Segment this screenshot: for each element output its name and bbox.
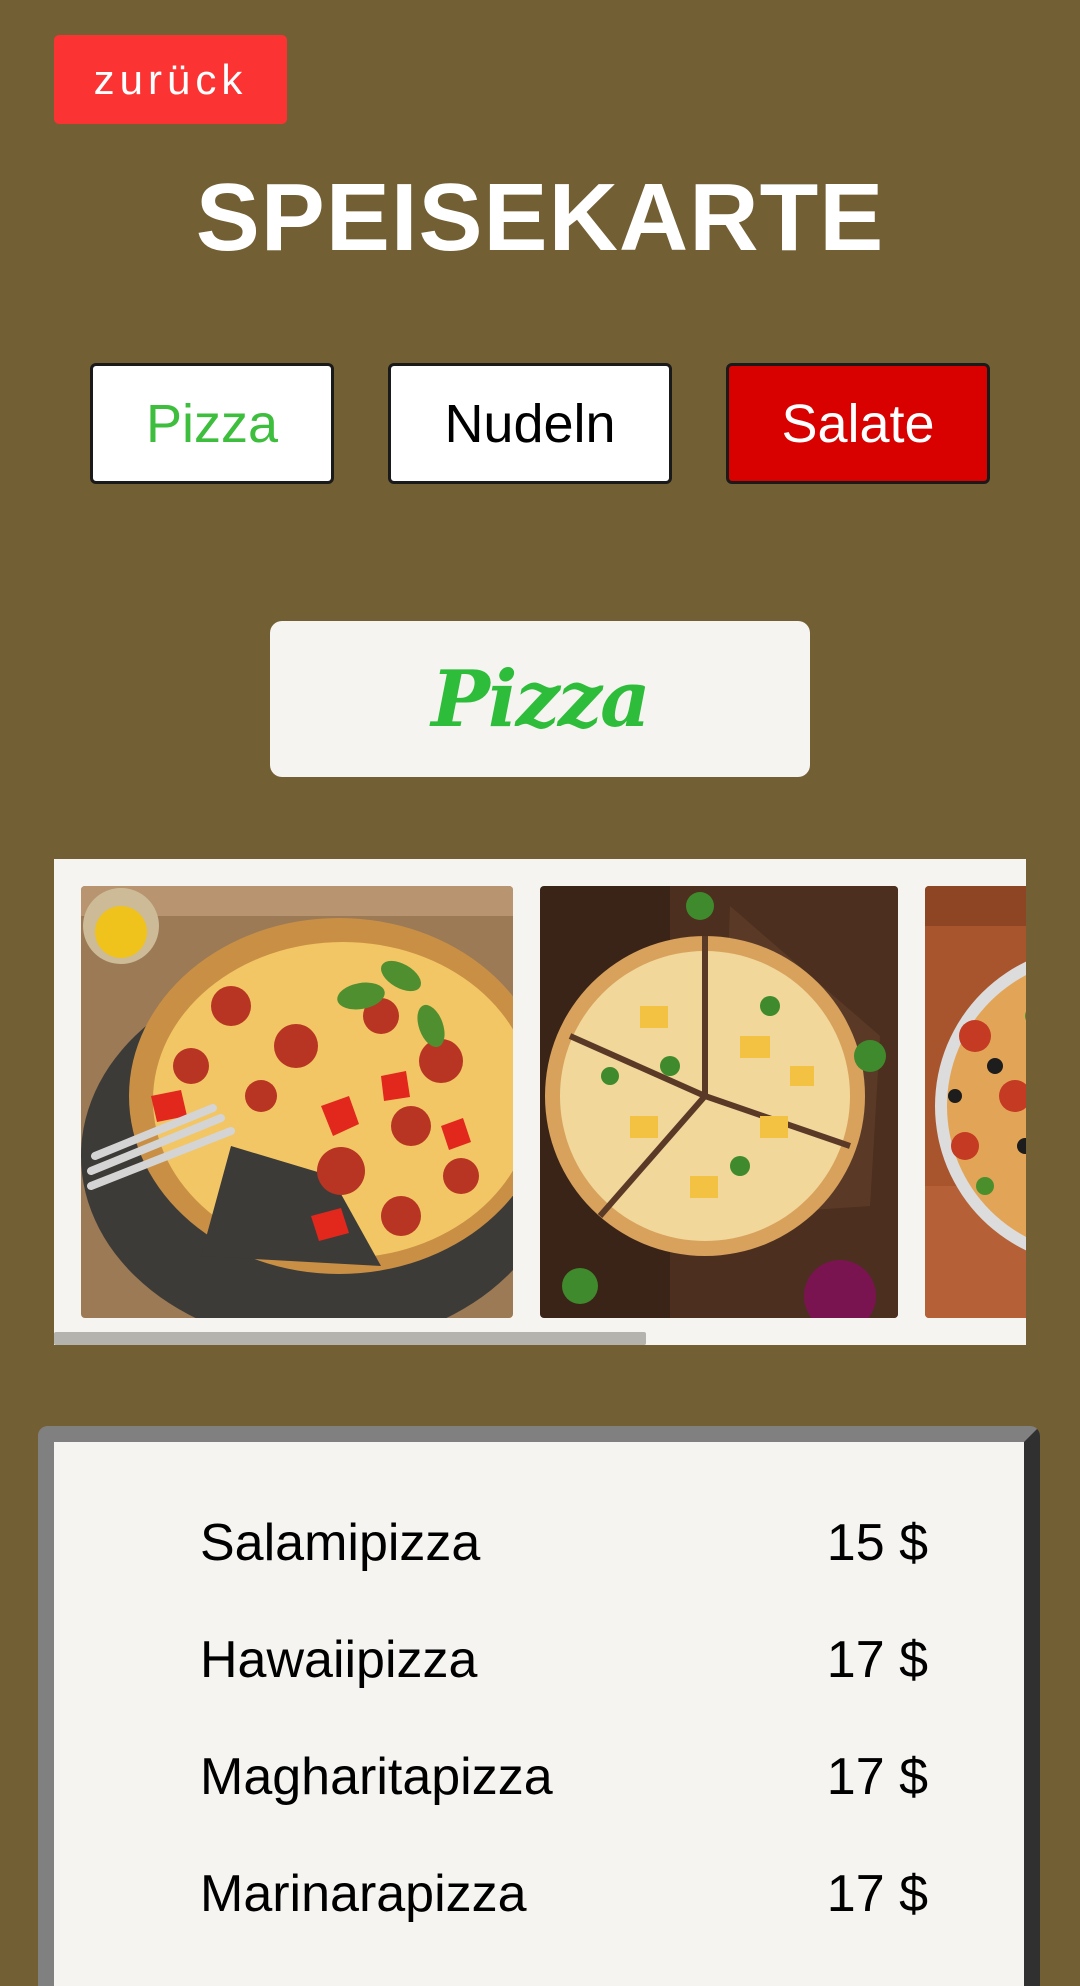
olive-pizza-photo: [925, 886, 1026, 1318]
gallery-scrollbar[interactable]: [54, 1332, 1026, 1345]
section-header: Pizza: [270, 621, 810, 777]
menu-item-name: Marinarapizza: [200, 1865, 527, 1923]
tab-nudeln[interactable]: Nudeln: [388, 363, 672, 484]
menu-item: Marinarapizza 17 $: [54, 1864, 1024, 1934]
menu-item-name: Magharitapizza: [200, 1748, 553, 1806]
hawaii-pizza-photo: [540, 886, 898, 1318]
menu-item: Hawaiipizza 17 $: [54, 1630, 1024, 1700]
gallery-scrollbar-thumb[interactable]: [54, 1332, 646, 1345]
menu-item: Salamipizza 15 $: [54, 1513, 1024, 1583]
menu-item-price: 17 $: [826, 1748, 928, 1806]
menu-item-price: 17 $: [826, 1631, 928, 1689]
tab-salate[interactable]: Salate: [726, 363, 990, 484]
page-title: SPEISEKARTE: [195, 164, 885, 271]
menu-item: Magharitapizza 17 $: [54, 1747, 1024, 1817]
menu-item-price: 15 $: [826, 1514, 928, 1572]
menu-item-name: Hawaiipizza: [200, 1631, 478, 1689]
menu-item-price: 17 $: [826, 1865, 928, 1923]
back-button[interactable]: zurück: [54, 35, 287, 124]
menu-list: Salamipizza 15 $ Hawaiipizza 17 $ Maghar…: [38, 1426, 1040, 1986]
tab-pizza[interactable]: Pizza: [90, 363, 334, 484]
menu-item-name: Salamipizza: [200, 1514, 481, 1572]
salami-pizza-photo: [81, 886, 513, 1318]
section-title: Pizza: [431, 653, 650, 745]
image-gallery[interactable]: [54, 859, 1026, 1345]
